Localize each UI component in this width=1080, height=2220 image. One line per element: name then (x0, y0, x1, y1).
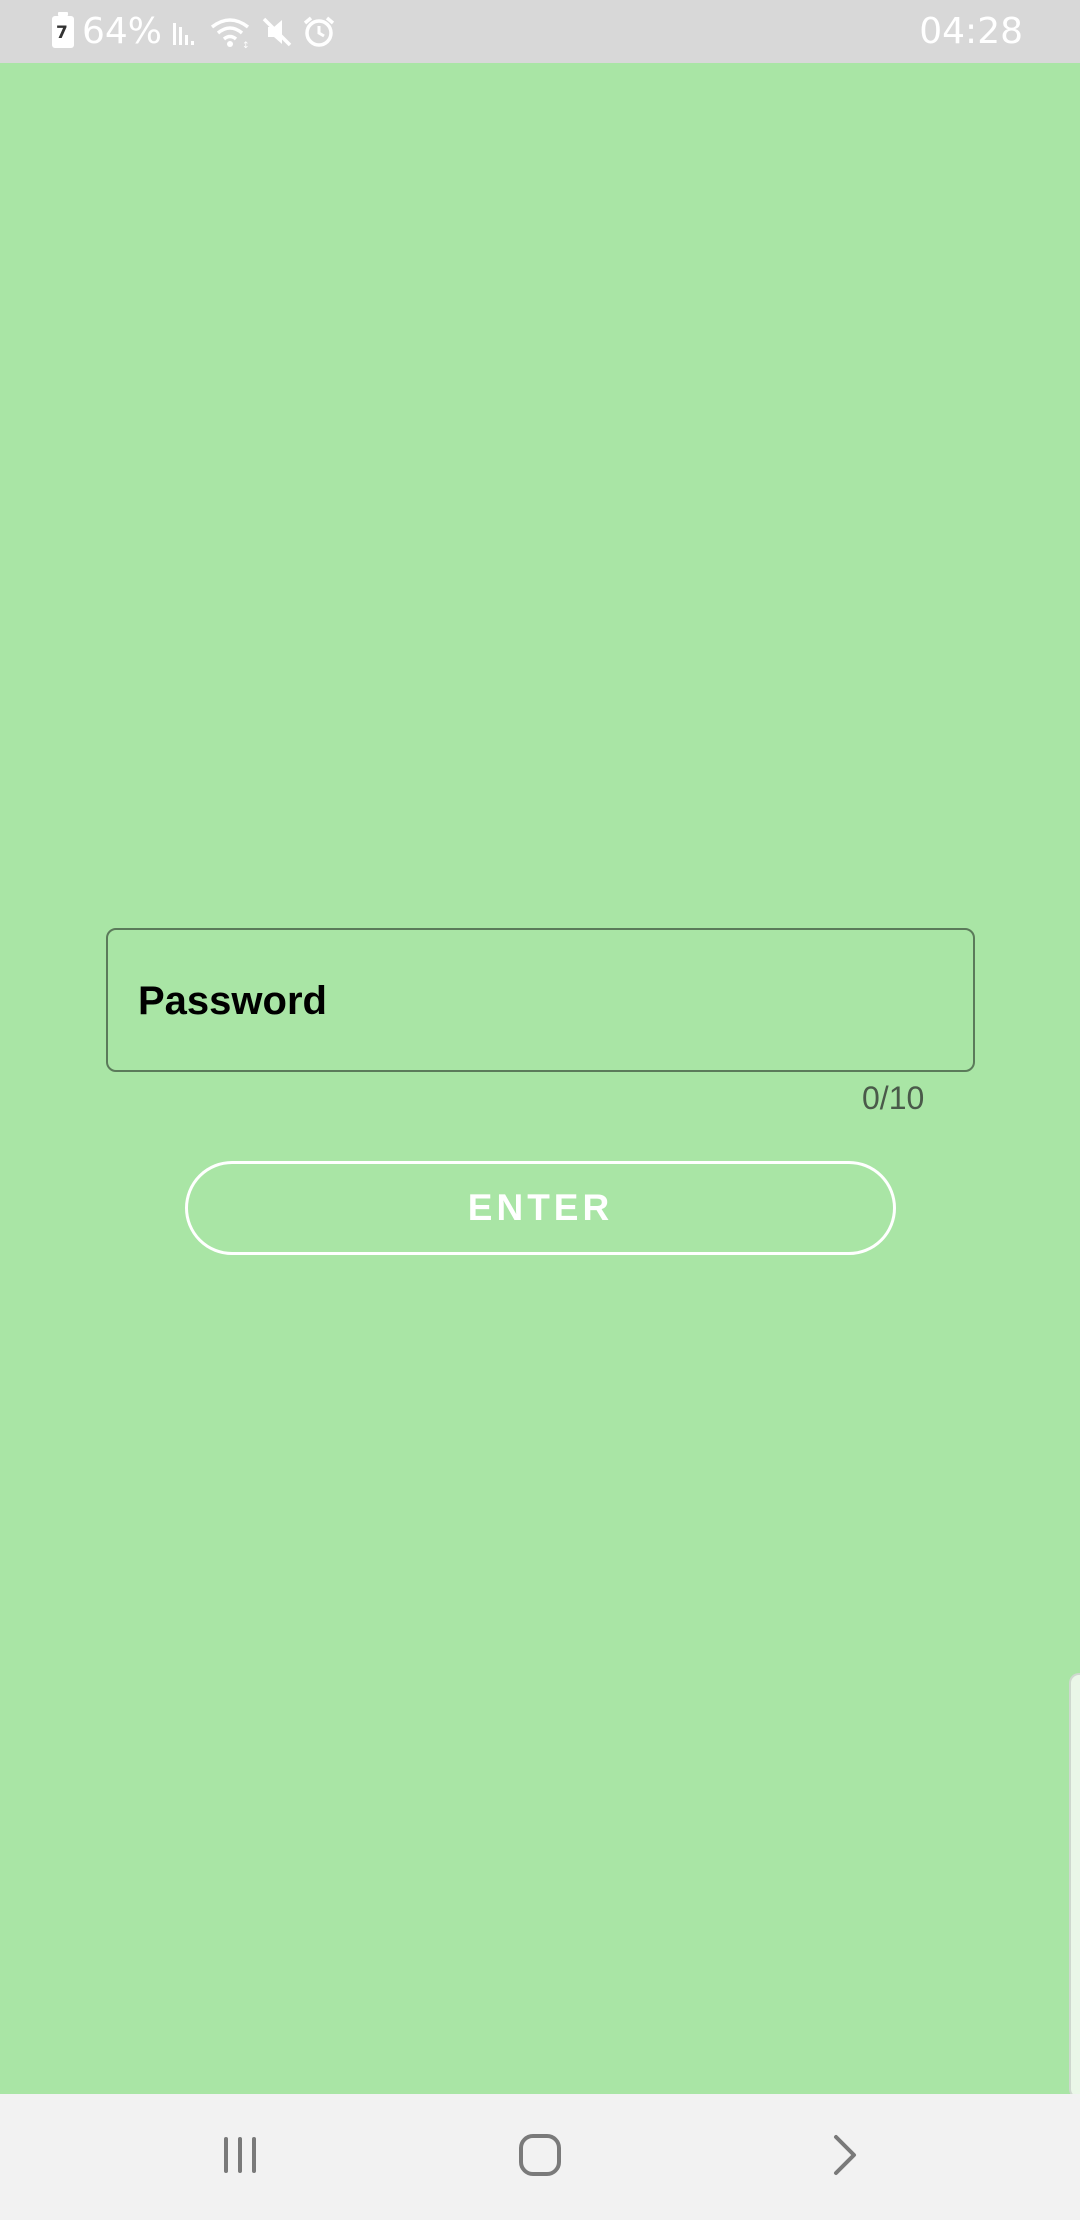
enter-button-label: ENTER (467, 1187, 614, 1228)
alarm-icon (302, 15, 336, 49)
navigation-bar (0, 2094, 1080, 2220)
password-label: Password (138, 979, 327, 1023)
password-char-counter: 0/10 (862, 1080, 925, 1116)
back-icon (830, 2133, 860, 2182)
enter-button[interactable]: ENTER (185, 1161, 896, 1255)
main-content: Password 0/10 ENTER (0, 63, 1080, 2099)
status-time: 04:28 (919, 11, 1023, 52)
recents-button[interactable] (200, 2094, 280, 2220)
battery-percent: 64% (82, 11, 163, 52)
battery-glyph: 7 (56, 23, 68, 43)
recents-icon (218, 2135, 262, 2180)
edge-panel-handle[interactable] (1069, 1673, 1080, 2099)
home-button[interactable] (500, 2094, 580, 2220)
home-icon (517, 2132, 563, 2183)
mute-icon (260, 15, 294, 49)
password-input[interactable]: Password (106, 928, 975, 1072)
wifi-icon: ↕ (208, 15, 252, 49)
battery-icon: 7 (52, 12, 74, 48)
status-icons: 7 64% ↕ (52, 12, 336, 52)
back-button[interactable] (805, 2094, 885, 2220)
status-bar: 7 64% ↕ 04:28 (0, 0, 1080, 63)
svg-text:↕: ↕ (242, 41, 250, 49)
signal-icon (170, 17, 200, 47)
